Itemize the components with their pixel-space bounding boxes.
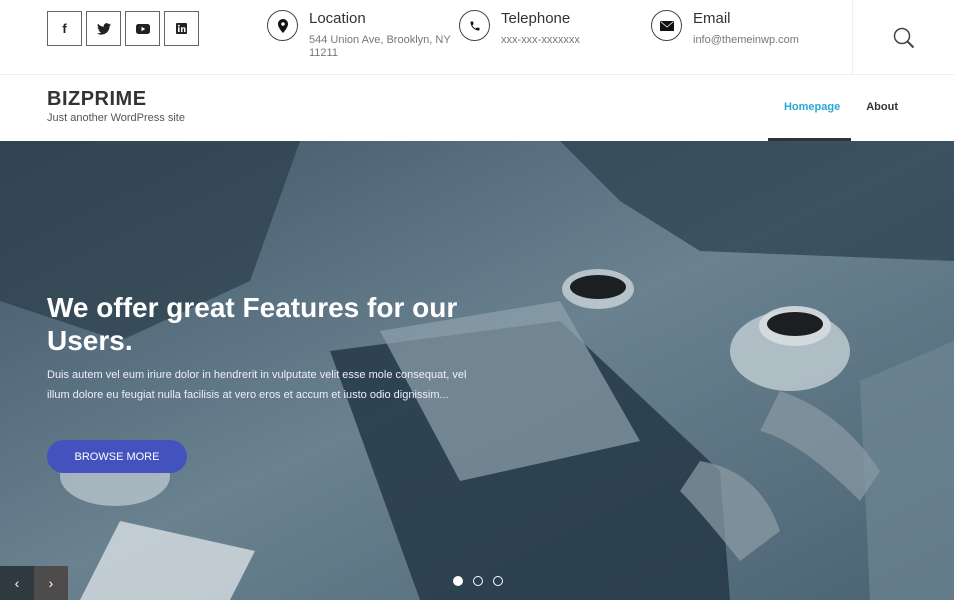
slider-pagination <box>453 576 503 586</box>
site-tagline: Just another WordPress site <box>47 112 185 124</box>
twitter-icon <box>96 22 111 35</box>
site-title[interactable]: BIZPRIME <box>47 88 185 111</box>
youtube-button[interactable] <box>125 11 160 46</box>
slide-dot-3[interactable] <box>493 576 503 586</box>
telephone-value: xxx-xxx-xxxxxxx <box>501 34 580 46</box>
facebook-button[interactable]: f <box>47 11 82 46</box>
slider-next-button[interactable]: › <box>34 566 68 600</box>
location-info: Location 544 Union Ave, Brooklyn, NY 112… <box>267 10 469 60</box>
location-title: Location <box>309 10 366 27</box>
hero-title: We offer great Features for our Users. <box>47 292 458 356</box>
email-title: Email <box>693 10 731 27</box>
nav-item-homepage[interactable]: Homepage <box>784 101 840 113</box>
facebook-icon: f <box>62 21 67 36</box>
linkedin-button[interactable] <box>164 11 199 46</box>
envelope-icon <box>651 10 682 41</box>
hero-slider: We offer great Features for our Users. D… <box>0 141 954 600</box>
youtube-icon <box>135 23 150 34</box>
social-links: f <box>47 11 199 46</box>
location-pin-icon <box>267 10 298 41</box>
browse-more-button[interactable]: BROWSE MORE <box>47 440 187 473</box>
slide-dot-1[interactable] <box>453 576 463 586</box>
primary-menu: Homepage About <box>784 101 898 113</box>
telephone-title: Telephone <box>501 10 571 27</box>
email-info: Email info@themeinwp.com <box>651 10 853 47</box>
slider-prev-button[interactable]: ‹ <box>0 566 34 600</box>
email-value[interactable]: info@themeinwp.com <box>693 34 853 47</box>
phone-icon <box>459 10 490 41</box>
slider-arrows: ‹ › <box>0 566 68 600</box>
chevron-right-icon: › <box>48 575 54 591</box>
main-navbar: BIZPRIME Just another WordPress site Hom… <box>0 75 954 141</box>
linkedin-icon <box>176 23 187 34</box>
search-icon <box>893 27 914 48</box>
hero-description: Duis autem vel eum iriure dolor in hendr… <box>47 369 467 401</box>
twitter-button[interactable] <box>86 11 121 46</box>
nav-item-about[interactable]: About <box>866 101 898 113</box>
slide-dot-2[interactable] <box>473 576 483 586</box>
top-bar: f Location 544 Union Ave, Brooklyn, NY 1… <box>0 0 954 75</box>
chevron-left-icon: ‹ <box>14 575 20 591</box>
telephone-info: Telephone xxx-xxx-xxxxxxx <box>459 10 661 47</box>
location-value: 544 Union Ave, Brooklyn, NY 11211 <box>309 34 451 59</box>
site-branding[interactable]: BIZPRIME Just another WordPress site <box>47 88 185 124</box>
search-button[interactable] <box>852 0 954 75</box>
